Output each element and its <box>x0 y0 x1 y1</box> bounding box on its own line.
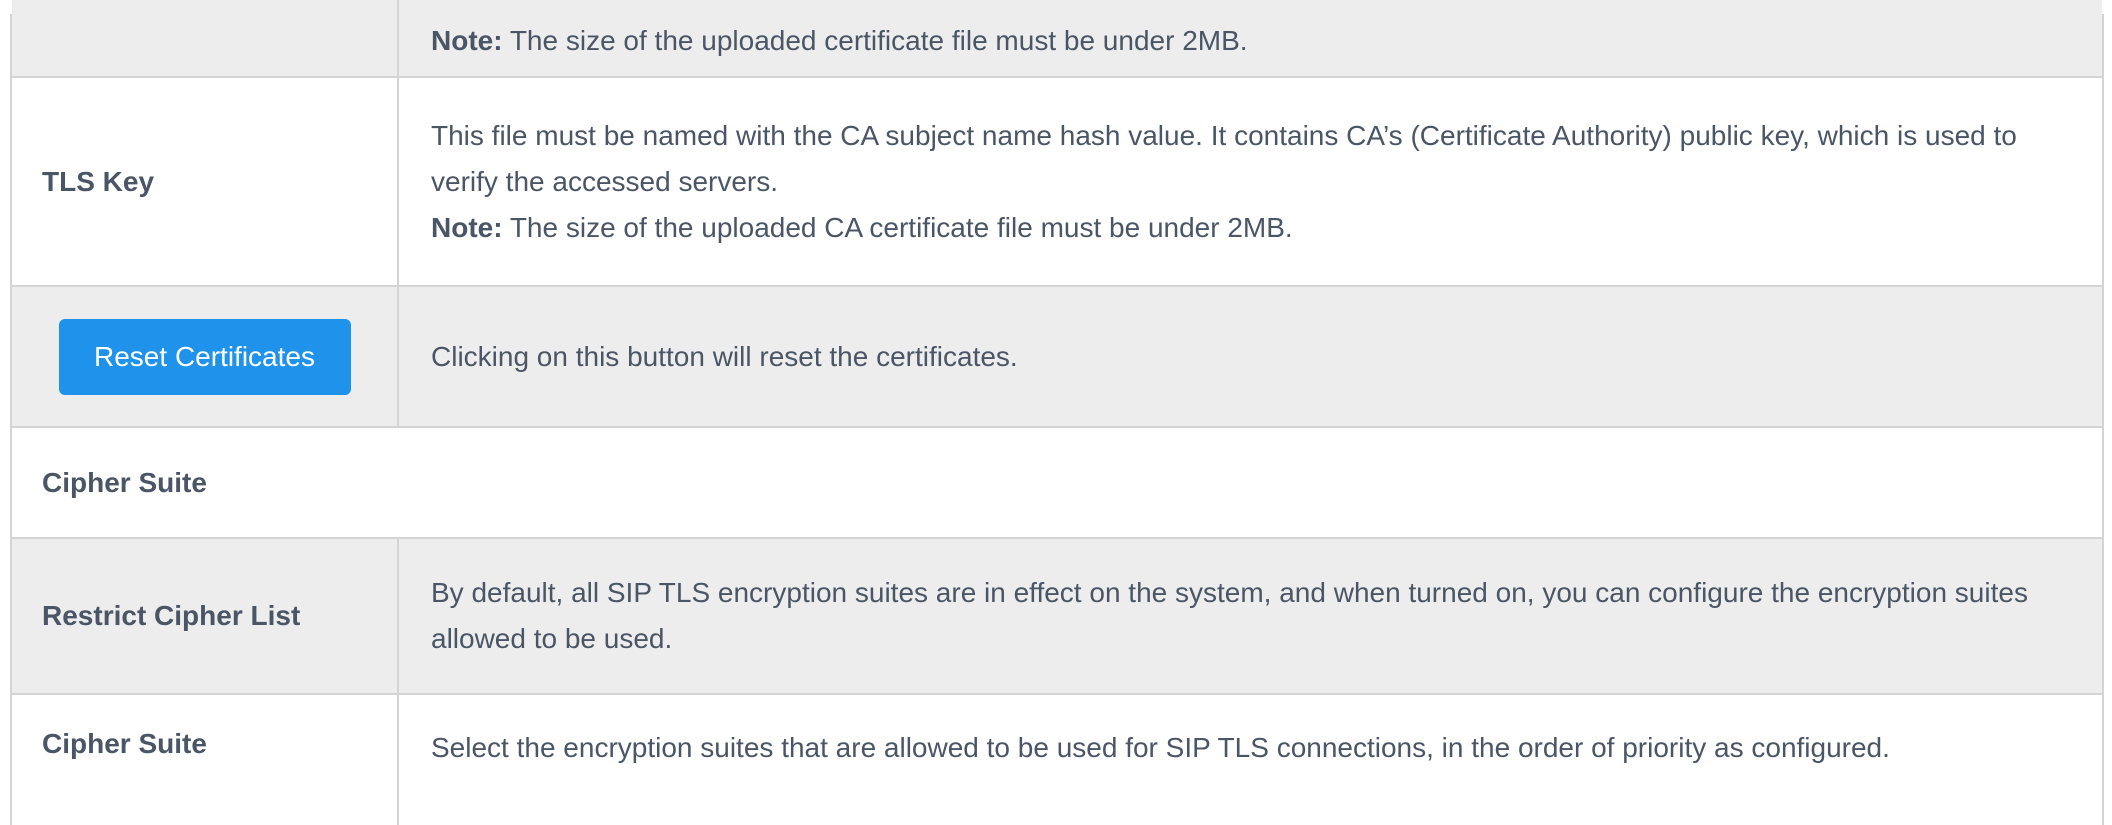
note-text: The size of the uploaded CA certificate … <box>502 211 1293 243</box>
note-text: The size of the uploaded certificate fil… <box>502 25 1248 56</box>
note-paragraph: Note: The size of the uploaded CA certif… <box>431 205 2070 251</box>
row-label-tls-key: TLS Key <box>12 78 399 285</box>
description-text: Clicking on this button will reset the c… <box>431 340 1018 372</box>
row-description-cell: Select the encryption suites that are al… <box>399 695 2102 771</box>
section-header-row: Cipher Suite <box>12 428 2102 539</box>
row-description-cell: This file must be named with the CA subj… <box>399 78 2102 285</box>
note-label: Note: <box>431 25 503 56</box>
description-text: This file must be named with the CA subj… <box>431 119 2017 197</box>
table-row: Cipher Suite Select the encryption suite… <box>12 695 2102 825</box>
note-paragraph: Note: The size of the uploaded certifica… <box>431 18 2070 64</box>
description-text: By default, all SIP TLS encryption suite… <box>431 577 2028 654</box>
table-row: TLS Key This file must be named with the… <box>12 78 2102 287</box>
row-description-cell: Clicking on this button will reset the c… <box>399 287 2102 426</box>
table-row: Note: The size of the uploaded certifica… <box>12 0 2102 78</box>
reset-certificates-button[interactable]: Reset Certificates <box>58 318 351 395</box>
row-label-cell <box>12 0 399 76</box>
row-label-restrict-cipher-list: Restrict Cipher List <box>12 539 399 693</box>
description-text: Select the encryption suites that are al… <box>431 732 1890 763</box>
note-label: Note: <box>431 211 503 243</box>
row-description-cell: Note: The size of the uploaded certifica… <box>399 0 2102 76</box>
table-row: Restrict Cipher List By default, all SIP… <box>12 539 2102 695</box>
row-description-cell: By default, all SIP TLS encryption suite… <box>399 539 2102 693</box>
table-row: Reset Certificates Clicking on this butt… <box>12 287 2102 428</box>
row-label-cipher-suite: Cipher Suite <box>12 695 399 825</box>
row-button-cell: Reset Certificates <box>12 287 399 426</box>
settings-table: Note: The size of the uploaded certifica… <box>10 0 2104 825</box>
section-title-cipher-suite: Cipher Suite <box>42 466 207 498</box>
